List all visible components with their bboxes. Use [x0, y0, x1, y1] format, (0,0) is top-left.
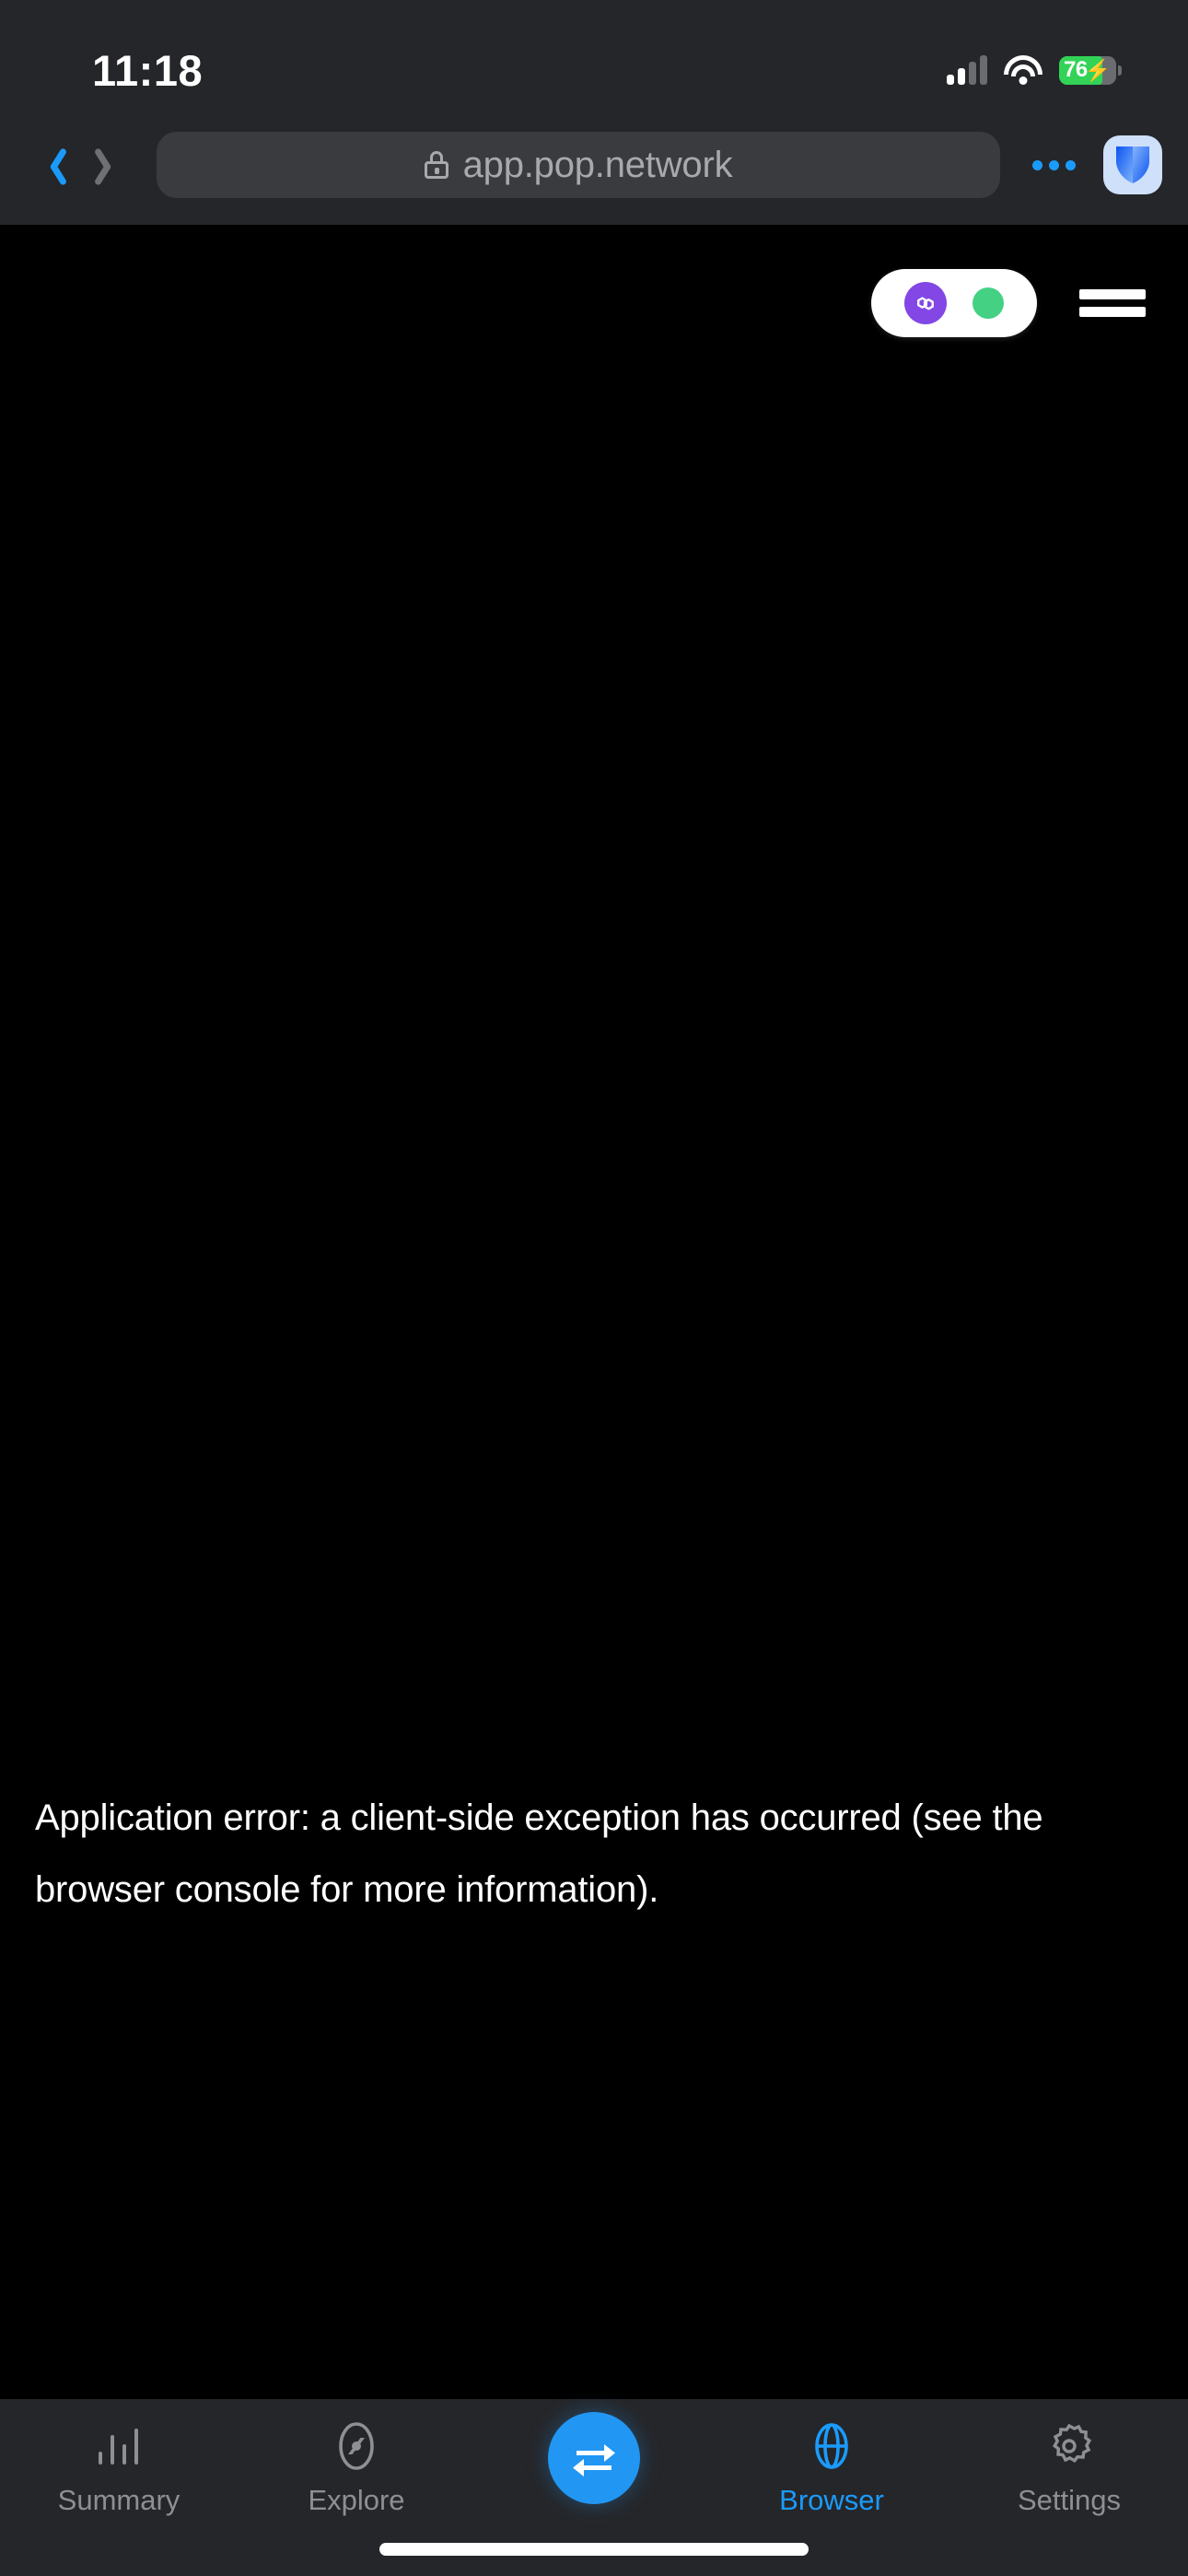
application-error-message: Application error: a client-side excepti… — [35, 1797, 1043, 1910]
wifi-icon — [1004, 55, 1042, 85]
wallet-connect-pill[interactable] — [871, 269, 1037, 337]
connection-status-dot — [973, 287, 1004, 319]
back-button[interactable] — [24, 131, 81, 199]
dapp-header — [871, 269, 1146, 337]
tab-label: Explore — [308, 2484, 405, 2516]
globe-icon — [808, 2419, 856, 2473]
shield-icon — [1116, 146, 1149, 183]
web-page-content: Application error: a client-side excepti… — [0, 225, 1188, 2399]
polygon-chain-icon — [904, 282, 947, 324]
url-text: app.pop.network — [462, 144, 733, 185]
compass-icon — [332, 2419, 381, 2473]
dot-icon — [1065, 159, 1076, 170]
swap-button[interactable] — [548, 2412, 640, 2504]
tab-browser[interactable]: Browser — [713, 2419, 950, 2517]
browser-chrome: 11:18 76 ⚡ app.pop.network — [0, 0, 1188, 225]
url-bar[interactable]: app.pop.network — [157, 132, 1000, 198]
chevron-left-icon — [41, 145, 64, 185]
cellular-signal-icon — [947, 55, 987, 85]
battery-percent-label: 76 — [1064, 57, 1088, 82]
tab-label: Settings — [1017, 2484, 1121, 2516]
tab-summary[interactable]: Summary — [0, 2419, 238, 2517]
battery-icon: 76 ⚡ — [1059, 55, 1122, 85]
chevron-right-icon — [98, 145, 122, 185]
status-bar: 11:18 76 ⚡ — [0, 35, 1188, 105]
bottom-tab-bar: Summary Explore Browser Settings — [0, 2399, 1188, 2576]
more-menu-button[interactable] — [1020, 131, 1087, 199]
tab-explore[interactable]: Explore — [238, 2419, 475, 2517]
swap-arrows-icon — [573, 2444, 615, 2476]
phone-screen: 11:18 76 ⚡ app.pop.network Application e… — [0, 0, 1188, 2576]
hamburger-menu-icon[interactable] — [1079, 289, 1146, 317]
tab-settings[interactable]: Settings — [950, 2419, 1188, 2517]
charging-bolt-icon: ⚡ — [1084, 57, 1112, 82]
forward-button[interactable] — [81, 131, 138, 199]
gear-icon — [1044, 2419, 1094, 2473]
lock-icon — [424, 151, 448, 179]
browser-toolbar: app.pop.network — [0, 105, 1188, 225]
dot-icon — [1048, 159, 1059, 170]
status-indicators: 76 ⚡ — [947, 55, 1122, 85]
bar-chart-icon — [94, 2419, 144, 2473]
dot-icon — [1031, 159, 1042, 170]
tab-label: Summary — [57, 2484, 181, 2516]
tab-label: Browser — [779, 2484, 884, 2516]
status-time: 11:18 — [92, 45, 204, 95]
home-indicator — [379, 2543, 809, 2556]
app-switch-button[interactable] — [1103, 135, 1162, 194]
